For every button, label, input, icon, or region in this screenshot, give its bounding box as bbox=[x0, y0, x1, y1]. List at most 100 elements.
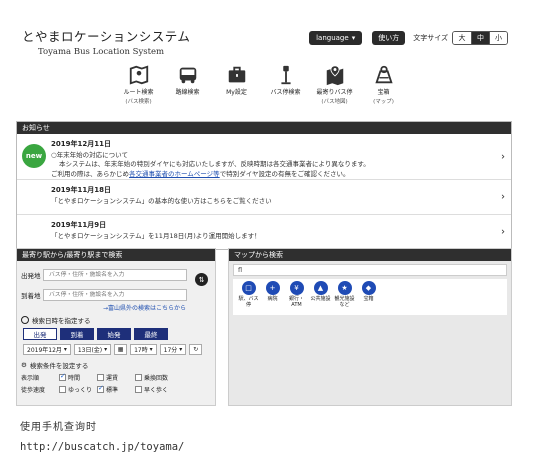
from-input[interactable] bbox=[43, 269, 187, 281]
nav-sublabel: (バス地図) bbox=[321, 98, 348, 105]
notice-line-pre: ご利用の際は、あらかじめ bbox=[51, 169, 129, 178]
walk-slow-option[interactable]: ゆっくり bbox=[59, 385, 97, 394]
nav-label: 宝箱 bbox=[377, 89, 390, 96]
checkbox[interactable] bbox=[135, 374, 142, 381]
option-label: 標準 bbox=[106, 387, 119, 394]
howto-button[interactable]: 使い方 bbox=[372, 31, 406, 45]
notice-line: ○年末年始の対応について bbox=[51, 151, 128, 159]
category-hospital[interactable]: + 病院 bbox=[261, 279, 284, 315]
caption-url: http://buscatch.jp/toyama/ bbox=[20, 441, 185, 453]
category-label: 病院 bbox=[267, 296, 278, 302]
day-value: 13日(金) bbox=[77, 347, 103, 354]
category-bank[interactable]: ¥ 銀行・ATM bbox=[285, 279, 308, 315]
language-label: language bbox=[316, 34, 349, 42]
site-subtitle: Toyama Bus Location System bbox=[38, 47, 165, 57]
chevron-right-icon: › bbox=[501, 151, 505, 162]
font-size-medium-button[interactable]: 中 bbox=[471, 32, 489, 44]
order-time-option[interactable]: 時間 bbox=[59, 372, 97, 382]
new-badge: new bbox=[22, 144, 46, 168]
outside-prefecture-link[interactable]: →富山県外の検索はこちらから bbox=[103, 303, 215, 312]
sightseeing-icon: ★ bbox=[337, 281, 352, 295]
category-public[interactable]: ▲ 公共施設 bbox=[309, 279, 332, 315]
to-row: 到着地 bbox=[17, 289, 215, 301]
map-search-input[interactable]: fl bbox=[233, 264, 507, 276]
swap-icon[interactable]: ⇅ bbox=[195, 273, 208, 286]
date-section[interactable]: 検索日時を指定する bbox=[17, 315, 215, 325]
nav-line-search[interactable]: 路線検索 bbox=[163, 64, 212, 105]
checkbox[interactable] bbox=[59, 386, 66, 393]
to-label: 到着地 bbox=[21, 292, 41, 300]
nav-sublabel: (バス検索) bbox=[125, 98, 152, 105]
option-label: ゆっくり bbox=[68, 387, 93, 394]
map-route-icon bbox=[129, 65, 148, 85]
option-label: 時間 bbox=[68, 375, 81, 382]
notice-date: 2019年11月18日 bbox=[51, 186, 111, 194]
calendar-icon[interactable]: ▦ bbox=[114, 344, 128, 355]
map-search-panel: マップから検索 fl □ 駅、バス停 + 病院 ¥ 銀行・ATM ▲ 公共施設 … bbox=[228, 248, 512, 406]
checkbox[interactable] bbox=[59, 372, 66, 381]
mode-arrive-button[interactable]: 到着 bbox=[60, 328, 94, 340]
nav-route-search[interactable]: ルート検索 (バス検索) bbox=[114, 64, 163, 105]
mode-first-button[interactable]: 始発 bbox=[97, 328, 131, 340]
date-section-label: 検索日時を指定する bbox=[32, 317, 91, 325]
to-input[interactable] bbox=[43, 289, 187, 301]
nav-bus-stop-search[interactable]: バス停検索 bbox=[261, 64, 310, 105]
order-fare-option[interactable]: 運賃 bbox=[97, 373, 135, 382]
notice-date: 2019年11月9日 bbox=[51, 221, 107, 229]
briefcase-icon bbox=[228, 66, 245, 83]
bank-icon: ¥ bbox=[289, 281, 304, 295]
notice-panel: お知らせ new 2019年12月11日 ○年末年始の対応について 本システムは… bbox=[16, 121, 512, 250]
notice-title: お知らせ bbox=[17, 122, 511, 134]
font-size-large-button[interactable]: 大 bbox=[453, 32, 471, 44]
gear-icon: ⚙ bbox=[21, 361, 27, 369]
conditions-label: 検索条件を設定する bbox=[29, 362, 89, 370]
walk-speed-row: 徒歩速度 ゆっくり 標準 早く歩く bbox=[17, 384, 215, 394]
checkbox[interactable] bbox=[135, 386, 142, 393]
checkbox[interactable] bbox=[97, 384, 104, 393]
year-month-value: 2019年12月 bbox=[27, 347, 62, 354]
hour-select[interactable]: 17時 ▾ bbox=[130, 344, 157, 355]
bus-stop-icon: □ bbox=[241, 281, 256, 295]
option-label: 早く歩く bbox=[144, 387, 169, 394]
notice-item[interactable]: 2019年11月18日 「とやまロケーションシステム」の基本的な使い方はこちらを… bbox=[17, 180, 511, 215]
conditions-section[interactable]: ⚙ 検索条件を設定する bbox=[17, 360, 215, 370]
day-select[interactable]: 13日(金) ▾ bbox=[73, 344, 112, 355]
map-category-list: □ 駅、バス停 + 病院 ¥ 銀行・ATM ▲ 公共施設 ★ 観光施設など ◆ … bbox=[233, 279, 507, 315]
caption-mobile-usage: 使用手机查询时 bbox=[20, 422, 97, 433]
mode-depart-button[interactable]: 出発 bbox=[23, 328, 57, 340]
notice-item[interactable]: new 2019年12月11日 ○年末年始の対応について 本システムは、年末年始… bbox=[17, 134, 511, 180]
from-label: 出発地 bbox=[21, 272, 41, 280]
mode-last-button[interactable]: 最終 bbox=[134, 328, 168, 340]
walk-fast-option[interactable]: 早く歩く bbox=[135, 385, 173, 394]
checkbox[interactable] bbox=[97, 374, 104, 381]
nav-my-settings[interactable]: My設定 bbox=[212, 64, 261, 105]
language-button[interactable]: language ▾ bbox=[309, 31, 363, 45]
category-treasure[interactable]: ◆ 宝箱 bbox=[357, 279, 380, 315]
notice-item[interactable]: 2019年11月9日 「とやまロケーションシステム」を11月18日(月)より運用… bbox=[17, 215, 511, 249]
category-label: 公共施設 bbox=[310, 296, 331, 302]
map-panel-title: マップから検索 bbox=[229, 249, 511, 261]
nav-nearest-stop[interactable]: 最寄りバス停 (バス地図) bbox=[310, 64, 359, 105]
site-brand[interactable]: とやまロケーションシステム Toyama Bus Location System bbox=[22, 26, 190, 57]
minute-select[interactable]: 17分 ▾ bbox=[159, 344, 187, 355]
nav-sublabel: (マップ) bbox=[373, 98, 394, 105]
option-label: 乗換回数 bbox=[144, 375, 169, 382]
nav-treasure[interactable]: 宝箱 (マップ) bbox=[359, 64, 408, 105]
public-facility-icon: ▲ bbox=[313, 281, 328, 295]
order-transfer-option[interactable]: 乗換回数 bbox=[135, 373, 173, 382]
category-label: 銀行・ATM bbox=[288, 296, 304, 308]
top-controls: language ▾ 使い方 文字サイズ 大 中 小 bbox=[309, 31, 508, 45]
category-sightseeing[interactable]: ★ 観光施設など bbox=[333, 279, 356, 315]
reset-time-icon[interactable]: ↻ bbox=[189, 344, 203, 355]
font-size-small-button[interactable]: 小 bbox=[489, 32, 507, 44]
year-month-select[interactable]: 2019年12月 ▾ bbox=[23, 344, 71, 355]
operator-homepage-link[interactable]: 各交通事業者のホームページ等 bbox=[129, 170, 220, 178]
chevron-right-icon: › bbox=[501, 191, 505, 203]
walk-normal-option[interactable]: 標準 bbox=[97, 384, 135, 394]
category-station[interactable]: □ 駅、バス停 bbox=[237, 279, 260, 315]
hospital-icon: + bbox=[265, 281, 280, 295]
nav-label: 路線検索 bbox=[175, 89, 200, 96]
minute-value: 17分 bbox=[163, 347, 178, 354]
notice-line: 本システムは、年末年始の特別ダイヤにも対応いたしますが、反映時期は各交通事業者に… bbox=[59, 160, 370, 169]
notice-text: 「とやまロケーションシステム」の基本的な使い方はこちらをご覧ください bbox=[51, 197, 272, 205]
